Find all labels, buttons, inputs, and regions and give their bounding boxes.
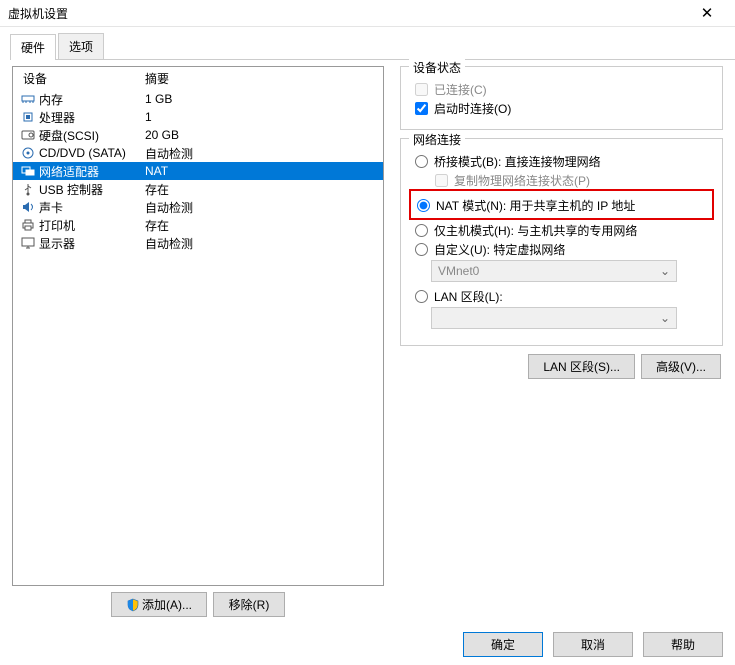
device-row[interactable]: 显示器自动检测 [13,234,383,252]
device-list-header: 设备 摘要 [13,67,383,90]
device-list[interactable]: 设备 摘要 内存1 GB处理器1硬盘(SCSI)20 GBCD/DVD (SAT… [12,66,384,586]
host-only-radio-input[interactable] [415,224,428,237]
cpu-icon [19,109,37,125]
device-row[interactable]: 处理器1 [13,108,383,126]
window-title: 虚拟机设置 [8,5,687,22]
title-bar: 虚拟机设置 ✕ [0,0,735,27]
device-status-title: 设备状态 [409,59,465,76]
cd-icon [19,145,37,161]
device-summary: 自动检测 [145,235,377,252]
custom-radio[interactable]: 自定义(U): 特定虚拟网络 [411,241,712,258]
host-only-radio[interactable]: 仅主机模式(H): 与主机共享的专用网络 [411,222,712,239]
nat-radio[interactable]: NAT 模式(N): 用于共享主机的 IP 地址 [413,197,710,214]
device-name: 硬盘(SCSI) [37,127,145,144]
header-summary: 摘要 [145,70,377,87]
device-name: USB 控制器 [37,181,145,198]
tab-bar: 硬件 选项 [10,33,735,60]
replicate-checkbox: 复制物理网络连接状态(P) [431,172,712,189]
device-row[interactable]: 内存1 GB [13,90,383,108]
device-name: 显示器 [37,235,145,252]
tab-hardware[interactable]: 硬件 [10,34,56,60]
printer-icon [19,217,37,233]
add-button[interactable]: 添加(A)... [111,592,207,617]
lan-radio[interactable]: LAN 区段(L): [411,288,712,305]
device-summary: 存在 [145,217,377,234]
lan-select: ⌄ [431,307,677,329]
device-summary: 1 [145,110,377,124]
connected-checkbox: 已连接(C) [411,81,712,98]
device-summary: 存在 [145,181,377,198]
device-name: 打印机 [37,217,145,234]
device-name: 网络适配器 [37,163,145,180]
memory-icon [19,91,37,107]
bridge-radio[interactable]: 桥接模式(B): 直接连接物理网络 [411,153,712,170]
device-name: 内存 [37,91,145,108]
cancel-button[interactable]: 取消 [553,632,633,657]
device-status-group: 设备状态 已连接(C) 启动时连接(O) [400,66,723,130]
header-device: 设备 [19,70,145,87]
nat-highlight: NAT 模式(N): 用于共享主机的 IP 地址 [409,189,714,220]
ok-button[interactable]: 确定 [463,632,543,657]
help-button[interactable]: 帮助 [643,632,723,657]
connect-on-power-checkbox[interactable]: 启动时连接(O) [411,100,712,117]
lan-radio-input[interactable] [415,290,428,303]
chevron-down-icon: ⌄ [660,264,670,278]
connect-on-power-input[interactable] [415,102,428,115]
bridge-radio-input[interactable] [415,155,428,168]
usb-icon [19,181,37,197]
display-icon [19,235,37,251]
network-connection-group: 网络连接 桥接模式(B): 直接连接物理网络 复制物理网络连接状态(P) NAT… [400,138,723,346]
device-row[interactable]: 打印机存在 [13,216,383,234]
device-row[interactable]: 硬盘(SCSI)20 GB [13,126,383,144]
device-summary: 自动检测 [145,145,377,162]
disk-icon [19,127,37,143]
device-name: 处理器 [37,109,145,126]
device-name: CD/DVD (SATA) [37,146,145,160]
lan-segment-button[interactable]: LAN 区段(S)... [528,354,635,379]
tab-options[interactable]: 选项 [58,33,104,59]
device-row[interactable]: USB 控制器存在 [13,180,383,198]
connected-input [415,83,428,96]
chevron-down-icon: ⌄ [660,311,670,325]
device-summary: 20 GB [145,128,377,142]
custom-radio-input[interactable] [415,243,428,256]
dialog-footer: 确定 取消 帮助 [463,632,723,657]
device-summary: 1 GB [145,92,377,106]
device-summary: 自动检测 [145,199,377,216]
nat-radio-input[interactable] [417,199,430,212]
close-icon[interactable]: ✕ [687,4,727,22]
device-row[interactable]: 网络适配器NAT [13,162,383,180]
device-name: 声卡 [37,199,145,216]
device-summary: NAT [145,164,377,178]
add-button-label: 添加(A)... [142,596,192,613]
shield-icon [126,598,140,612]
remove-button[interactable]: 移除(R) [213,592,285,617]
vmnet-select: VMnet0 ⌄ [431,260,677,282]
sound-icon [19,199,37,215]
net-icon [19,163,37,179]
advanced-button[interactable]: 高级(V)... [641,354,721,379]
device-row[interactable]: CD/DVD (SATA)自动检测 [13,144,383,162]
device-row[interactable]: 声卡自动检测 [13,198,383,216]
replicate-input [435,174,448,187]
network-connection-title: 网络连接 [409,131,465,148]
